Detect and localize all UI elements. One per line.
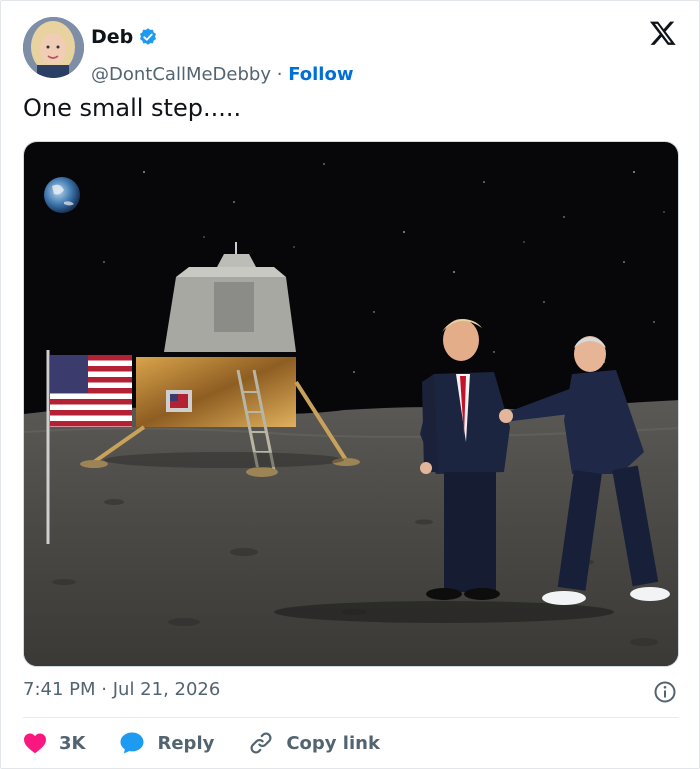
tweet-header: Deb @DontCallMeDebby · Follow [23, 17, 683, 85]
meta-separator: · [101, 679, 107, 700]
module-flag-decal [170, 394, 188, 408]
earth [44, 177, 80, 213]
handle[interactable]: @DontCallMeDebby [91, 64, 271, 85]
reply-button[interactable]: Reply [119, 731, 214, 755]
display-name[interactable]: Deb [91, 26, 133, 48]
copy-link-label: Copy link [286, 732, 380, 754]
name-row: Deb [91, 25, 158, 49]
moon-landing-scene [24, 142, 678, 666]
tweet-date[interactable]: Jul 21, 2026 [113, 679, 221, 700]
tweet-time[interactable]: 7:41 PM [23, 679, 96, 700]
action-bar: 3K Reply Copy link [23, 729, 414, 757]
avatar[interactable] [23, 17, 84, 78]
reply-bubble-icon [120, 732, 144, 754]
x-logo-icon[interactable] [649, 19, 677, 47]
heart-icon [24, 733, 46, 754]
tweet-text: One small step..... [23, 94, 242, 122]
divider [23, 717, 679, 718]
tweet-timestamp[interactable]: 7:41 PM · Jul 21, 2026 [23, 679, 220, 700]
like-button[interactable]: 3K [23, 732, 85, 754]
copy-link-button[interactable]: Copy link [248, 730, 380, 756]
info-icon[interactable] [653, 680, 677, 704]
handle-separator: · [276, 64, 283, 85]
handle-row: @DontCallMeDebby · Follow [91, 64, 353, 85]
follow-button[interactable]: Follow [288, 64, 353, 85]
tweet-media-image[interactable] [23, 141, 679, 667]
tweet-card: Deb @DontCallMeDebby · Follow One small … [0, 0, 700, 769]
reply-label: Reply [157, 732, 215, 754]
verified-badge-icon [140, 28, 157, 45]
link-icon [250, 732, 272, 754]
like-count: 3K [59, 732, 86, 754]
